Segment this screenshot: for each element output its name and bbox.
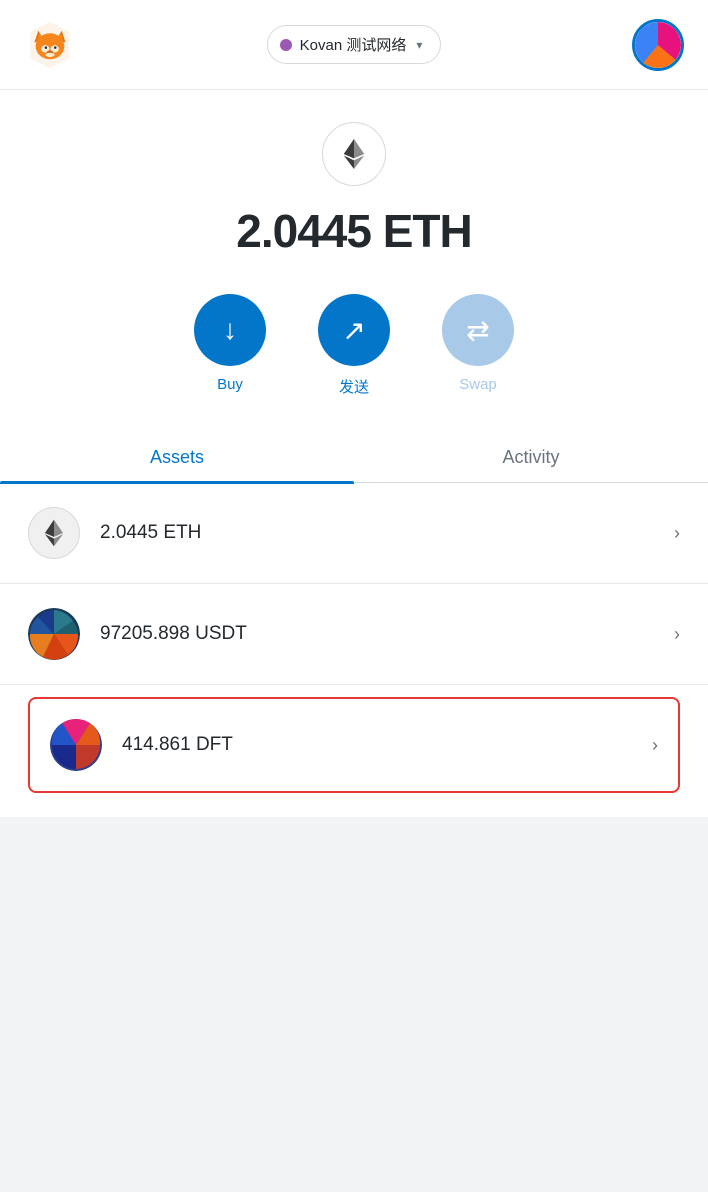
eth-token-logo: [39, 518, 69, 548]
usdt-amount: 97205.898 USDT: [100, 623, 674, 645]
main-content: 2.0445 ETH ↓ Buy ↗ 发送 ⇄ Swap Assets Acti…: [0, 90, 708, 817]
swap-button-wrapper[interactable]: ⇄ Swap: [442, 294, 514, 393]
asset-row-usdt[interactable]: 97205.898 USDT ›: [0, 584, 708, 685]
asset-row-dft[interactable]: 414.861 DFT ›: [28, 697, 680, 793]
network-status-dot: [280, 39, 292, 51]
eth-token-icon: [28, 507, 80, 559]
metamask-logo: [24, 19, 76, 71]
swap-circle: ⇄: [442, 294, 514, 366]
avatar[interactable]: [632, 19, 684, 71]
assets-list: 2.0445 ETH › 97205.898 USDT ›: [0, 483, 708, 817]
tabs-row: Assets Activity: [0, 433, 708, 483]
network-name: Kovan 测试网络: [300, 34, 407, 55]
eth-chevron-right-icon: ›: [674, 523, 680, 544]
buy-circle: ↓: [194, 294, 266, 366]
swap-label: Swap: [459, 376, 497, 393]
dft-chevron-right-icon: ›: [652, 735, 658, 756]
avatar-image: [635, 22, 681, 68]
dft-row-wrapper: 414.861 DFT ›: [0, 685, 708, 817]
eth-network-icon: [322, 122, 386, 186]
header: Kovan 测试网络 ▾: [0, 0, 708, 90]
ethereum-logo: [337, 137, 371, 171]
dft-token-logo: [50, 719, 102, 771]
usdt-token-icon: [28, 608, 80, 660]
action-buttons-row: ↓ Buy ↗ 发送 ⇄ Swap: [194, 294, 514, 397]
swap-icon: ⇄: [466, 314, 489, 347]
eth-amount: 2.0445 ETH: [100, 522, 674, 544]
wallet-balance: 2.0445 ETH: [236, 204, 471, 258]
tab-assets[interactable]: Assets: [0, 433, 354, 482]
buy-label: Buy: [217, 376, 243, 393]
usdt-token-logo: [28, 608, 80, 660]
usdt-chevron-right-icon: ›: [674, 624, 680, 645]
send-icon: ↗: [342, 314, 365, 347]
dft-token-icon: [50, 719, 102, 771]
send-circle: ↗: [318, 294, 390, 366]
network-selector[interactable]: Kovan 测试网络 ▾: [267, 25, 442, 64]
tab-activity[interactable]: Activity: [354, 433, 708, 482]
send-label: 发送: [339, 376, 369, 397]
buy-button-wrapper[interactable]: ↓ Buy: [194, 294, 266, 393]
download-icon: ↓: [223, 314, 237, 346]
asset-row-eth[interactable]: 2.0445 ETH ›: [0, 483, 708, 584]
dft-amount: 414.861 DFT: [122, 734, 652, 756]
chevron-down-icon: ▾: [416, 38, 422, 52]
send-button-wrapper[interactable]: ↗ 发送: [318, 294, 390, 397]
